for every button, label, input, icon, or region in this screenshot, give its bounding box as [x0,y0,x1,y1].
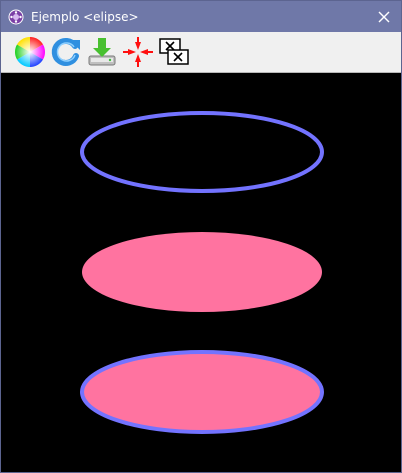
filled-outlined-ellipse [80,350,324,434]
palette-app-icon [8,9,24,25]
refresh-button[interactable] [49,35,83,69]
close-button[interactable] [367,1,401,32]
save-disk-icon [88,38,116,66]
center-arrows-icon [123,37,153,67]
color-picker-button[interactable] [13,35,47,69]
drawing-canvas[interactable] [1,73,401,472]
toolbar [1,32,401,73]
save-button[interactable] [85,35,119,69]
title-bar[interactable]: Ejemplo <elipse> [1,1,401,32]
refresh-icon [51,37,80,66]
close-icon [378,11,390,22]
color-wheel-icon [14,36,46,67]
app-window: Ejemplo <elipse> [0,0,402,473]
center-button[interactable] [121,35,155,69]
outline-ellipse [80,111,324,193]
close-all-button[interactable] [157,35,191,69]
filled-ellipse [82,232,322,312]
window-title: Ejemplo <elipse> [31,9,139,24]
close-windows-icon [159,38,189,65]
